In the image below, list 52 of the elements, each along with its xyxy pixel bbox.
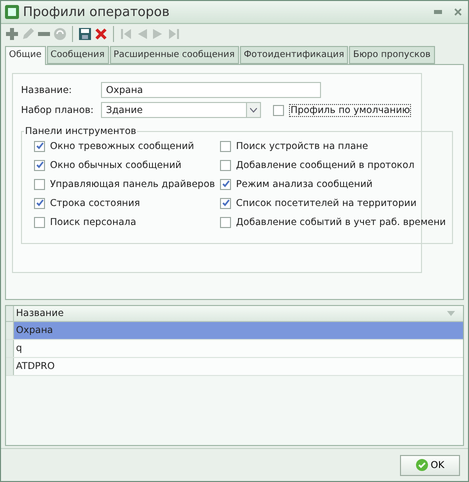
dropdown-icon[interactable] [447, 311, 455, 316]
group-title: Панели инструментов [24, 126, 138, 137]
add-icon[interactable] [5, 27, 19, 41]
column-header[interactable]: Название [14, 308, 447, 319]
minimize-icon[interactable] [434, 9, 442, 15]
table-cell-text: q [15, 342, 24, 356]
tab[interactable]: Сообщения [46, 46, 109, 64]
name-field[interactable]: Охрана [101, 82, 321, 98]
checkbox-label: Добавление событий в учет раб. времени [236, 216, 446, 228]
field-label: Название: [21, 84, 73, 96]
app-icon [5, 5, 19, 19]
ok-button[interactable]: OK [400, 454, 460, 476]
checkbox[interactable] [220, 160, 231, 170]
checkbox[interactable] [220, 216, 231, 228]
delete-icon[interactable] [94, 27, 108, 41]
checkbox-label: Управляющая панель драйверов [50, 178, 215, 190]
checkbox-label: Профиль по умолчанию [289, 104, 411, 116]
checkbox[interactable] [34, 216, 45, 228]
checkbox-label: Окно обычных сообщений [50, 160, 182, 170]
row-indicator[interactable] [6, 322, 14, 339]
table-row[interactable]: Охрана [6, 322, 463, 340]
tab[interactable]: Общие [5, 46, 46, 65]
tab[interactable]: Бюро пропусков [349, 46, 435, 64]
table-row[interactable]: q [6, 340, 463, 358]
table-cell-text: ATDPRO [15, 360, 56, 374]
tab[interactable]: Фотоидентификация [240, 46, 348, 64]
checkbox[interactable] [34, 198, 45, 208]
checkbox-label: Поиск персонала [50, 216, 136, 228]
checkmark-icon [416, 459, 428, 471]
checkbox-label: Строка состояния [50, 198, 140, 208]
window-title: Профили операторов [23, 4, 170, 20]
tab[interactable]: Расширенные сообщения [110, 46, 239, 64]
checkbox[interactable] [220, 198, 231, 208]
row-indicator[interactable] [6, 358, 14, 375]
row-indicator[interactable] [6, 340, 14, 357]
field-label: Набор планов: [21, 104, 95, 116]
plans-dropdown[interactable]: Здание [101, 102, 262, 118]
checkbox[interactable] [34, 178, 45, 190]
checkbox-label: Поиск устройств на плане [236, 140, 368, 152]
checkbox-label: Список посетителей на территории [236, 198, 416, 208]
save-icon[interactable] [78, 27, 92, 41]
close-icon[interactable] [454, 8, 462, 16]
checkbox-label: Режим анализа сообщений [236, 178, 373, 190]
table-cell-text: Охрана [15, 324, 54, 338]
table-row[interactable]: ATDPRO [6, 358, 463, 376]
checkbox[interactable] [220, 178, 231, 190]
checkbox-label: Окно тревожных сообщений [50, 140, 194, 152]
checkbox[interactable] [220, 140, 231, 152]
checkbox[interactable] [34, 140, 45, 152]
checkbox[interactable] [273, 104, 284, 116]
checkbox-label: Добавление сообщений в протокол [236, 160, 414, 170]
checkbox[interactable] [34, 160, 45, 170]
